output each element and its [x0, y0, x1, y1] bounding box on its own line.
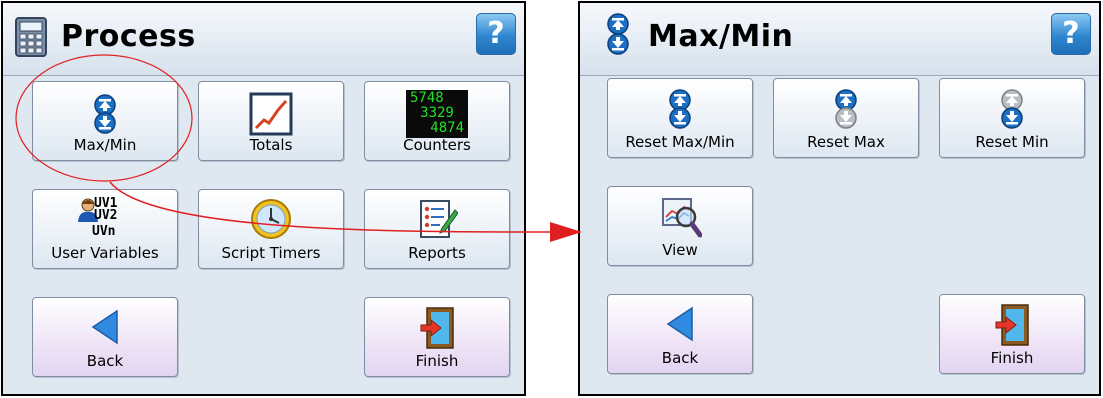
annotation-arrow-line	[109, 181, 553, 233]
annotation-arrow-head	[550, 222, 582, 242]
highlight-circle	[15, 54, 193, 182]
annotation-overlay	[15, 54, 582, 242]
